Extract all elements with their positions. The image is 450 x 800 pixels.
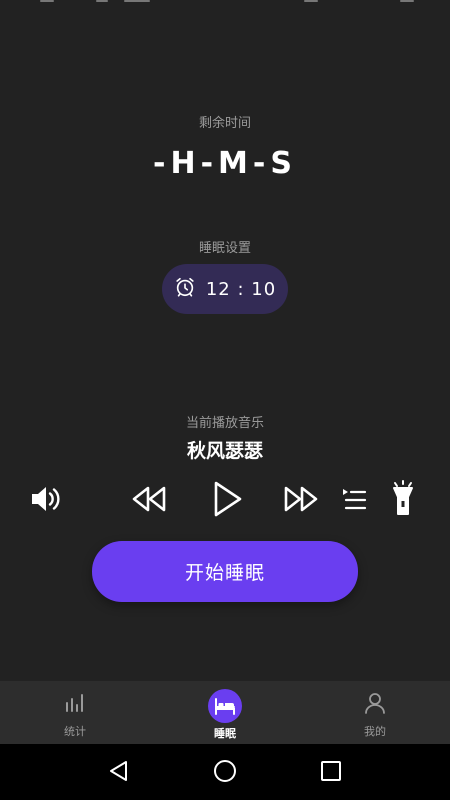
recents-button[interactable]: [316, 758, 346, 788]
alarm-clock-icon: [174, 276, 196, 302]
system-nav-bar: [0, 744, 450, 800]
play-icon: [210, 480, 244, 522]
back-triangle-icon: [107, 759, 129, 787]
remaining-time-label: 剩余时间: [198, 116, 251, 131]
rewind-button[interactable]: [128, 482, 170, 520]
volume-button[interactable]: [26, 482, 66, 520]
volume-icon: [29, 484, 63, 518]
tab-stats[interactable]: 统计: [0, 681, 150, 744]
start-sleep-button[interactable]: 开始睡眠: [92, 541, 358, 602]
bed-icon: [207, 688, 243, 728]
flashlight-icon: [391, 480, 415, 520]
tab-profile-label: 我的: [364, 725, 386, 738]
music-title: 秋风瑟瑟: [186, 440, 263, 462]
playlist-icon: [341, 486, 367, 516]
now-playing-label: 当前播放音乐: [185, 416, 264, 431]
person-icon: [364, 692, 386, 718]
recents-square-icon: [320, 760, 342, 786]
playlist-button[interactable]: [338, 484, 370, 518]
tab-stats-label: 统计: [64, 725, 86, 738]
tab-profile[interactable]: 我的: [300, 681, 450, 744]
home-button[interactable]: [210, 758, 240, 788]
fast-forward-button[interactable]: [280, 482, 322, 520]
play-button[interactable]: [206, 478, 248, 524]
rewind-icon: [130, 485, 168, 517]
alarm-time: 12 : 10: [205, 278, 277, 300]
bar-chart-icon: [64, 693, 86, 717]
countdown-display: -H-M-S: [153, 146, 297, 181]
alarm-time-button[interactable]: 12 : 10: [162, 264, 288, 314]
tab-sleep-label: 睡眠: [214, 727, 236, 740]
sleep-settings-label: 睡眠设置: [198, 241, 251, 256]
status-bar: [0, 0, 450, 8]
bottom-tab-bar: 统计 睡眠 我的: [0, 681, 450, 744]
flashlight-button[interactable]: [388, 480, 418, 520]
home-circle-icon: [212, 758, 238, 788]
back-button[interactable]: [103, 758, 133, 788]
tab-sleep[interactable]: 睡眠: [150, 681, 300, 744]
fast-forward-icon: [282, 485, 320, 517]
